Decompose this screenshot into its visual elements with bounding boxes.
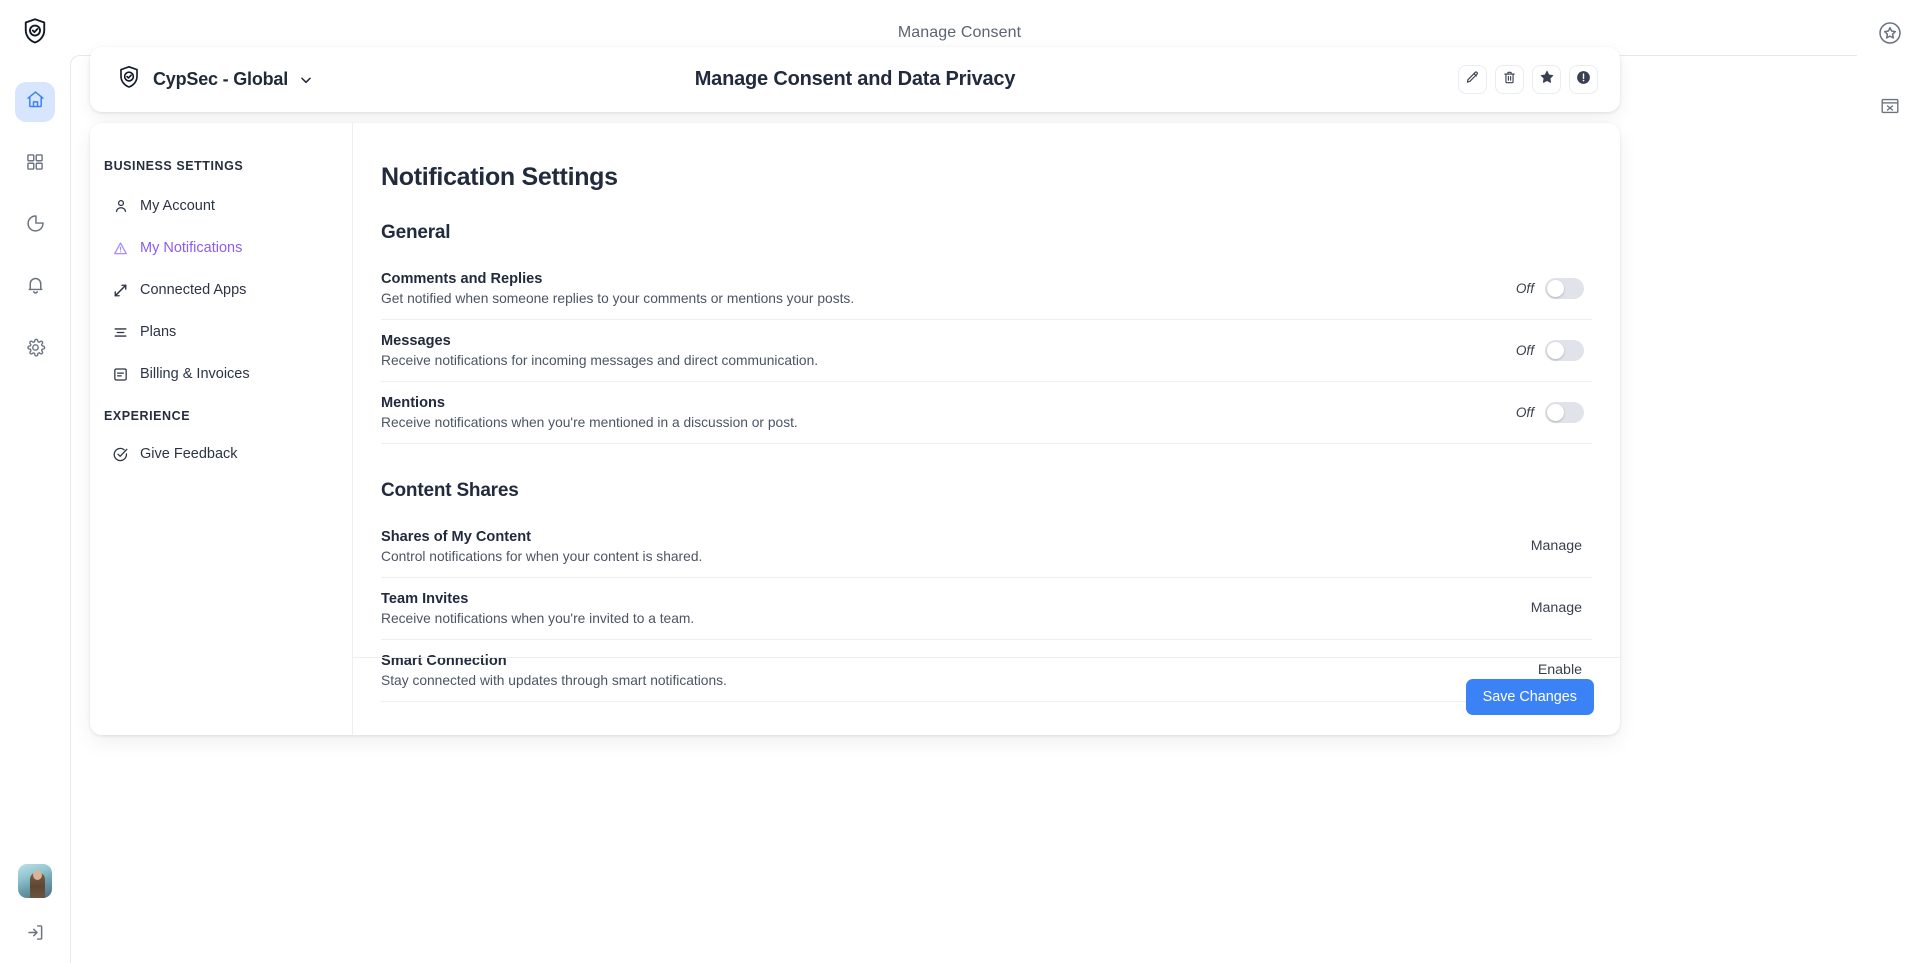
favorite-button[interactable] xyxy=(1532,65,1561,94)
chevron-down-icon xyxy=(299,73,313,87)
toggle-knob xyxy=(1547,404,1564,421)
rail-item-settings[interactable] xyxy=(15,330,55,370)
section-heading-content-shares: Content Shares xyxy=(381,480,1592,502)
sidebar-item-my-account[interactable]: My Account xyxy=(90,185,352,227)
sidebar-group-business-settings: BUSINESS SETTINGS xyxy=(90,159,352,173)
page-header-card: CypSec - Global Manage Consent and Data … xyxy=(90,47,1620,112)
setting-description: Control notifications for when your cont… xyxy=(381,549,702,564)
window-frame-icon[interactable] xyxy=(1873,89,1907,123)
sidebar-item-billing-invoices[interactable]: Billing & Invoices xyxy=(90,353,352,395)
section-heading-general: General xyxy=(381,222,1592,244)
rail-item-home[interactable] xyxy=(15,82,55,122)
star-icon xyxy=(1539,69,1555,90)
pencil-icon xyxy=(1465,70,1480,90)
sidebar-item-label: My Account xyxy=(140,198,215,214)
setting-title: Messages xyxy=(381,333,818,349)
trash-icon xyxy=(1502,70,1517,90)
manage-shares-link[interactable]: Manage xyxy=(1531,538,1584,554)
setting-title: Shares of My Content xyxy=(381,529,702,545)
right-icon-rail xyxy=(1860,0,1919,963)
org-name: CypSec - Global xyxy=(153,69,288,90)
sidebar-item-label: Billing & Invoices xyxy=(140,366,250,382)
window-title: Manage Consent xyxy=(898,24,1021,42)
shield-check-logo xyxy=(18,14,52,48)
setting-title: Mentions xyxy=(381,395,798,411)
delete-button[interactable] xyxy=(1495,65,1524,94)
left-icon-rail xyxy=(0,0,70,963)
transfer-arrows-icon xyxy=(112,282,129,299)
sidebar-item-my-notifications[interactable]: My Notifications xyxy=(90,227,352,269)
lines-icon xyxy=(112,324,129,341)
info-button[interactable] xyxy=(1569,65,1598,94)
left-rail-items xyxy=(15,82,55,370)
check-circle-edit-icon xyxy=(112,446,129,463)
sidebar-item-label: Connected Apps xyxy=(140,282,246,298)
sidebar-group-experience: EXPERIENCE xyxy=(90,409,352,423)
setting-title: Team Invites xyxy=(381,591,694,607)
sidebar-item-connected-apps[interactable]: Connected Apps xyxy=(90,269,352,311)
setting-description: Receive notifications for incoming messa… xyxy=(381,353,818,368)
setting-description: Get notified when someone replies to you… xyxy=(381,291,854,306)
settings-sidebar: BUSINESS SETTINGS My Account My Notifica… xyxy=(90,123,353,735)
toggle-knob xyxy=(1547,280,1564,297)
grid-apps-icon xyxy=(25,152,45,177)
setting-description: Receive notifications when you're mentio… xyxy=(381,415,798,430)
manage-team-invites-link[interactable]: Manage xyxy=(1531,600,1584,616)
org-switcher[interactable]: CypSec - Global xyxy=(116,64,313,95)
setting-row-team-invites: Team Invites Receive notifications when … xyxy=(381,578,1592,640)
setting-row-messages: Messages Receive notifications for incom… xyxy=(381,320,1592,382)
rail-item-analytics[interactable] xyxy=(15,206,55,246)
edit-button[interactable] xyxy=(1458,65,1487,94)
toggle-knob xyxy=(1547,342,1564,359)
sidebar-item-plans[interactable]: Plans xyxy=(90,311,352,353)
setting-row-comments-and-replies: Comments and Replies Get notified when s… xyxy=(381,258,1592,320)
rail-item-apps[interactable] xyxy=(15,144,55,184)
invoice-icon xyxy=(112,366,129,383)
page-title: Manage Consent and Data Privacy xyxy=(90,68,1620,91)
sidebar-item-label: My Notifications xyxy=(140,240,242,256)
star-circle-icon[interactable] xyxy=(1873,16,1907,50)
setting-row-shares-of-my-content: Shares of My Content Control notificatio… xyxy=(381,516,1592,578)
exclamation-circle-icon xyxy=(1575,69,1592,91)
toggle-state-label: Off xyxy=(1516,343,1534,358)
rail-item-notifications[interactable] xyxy=(15,268,55,308)
user-icon xyxy=(112,198,129,215)
logout-icon[interactable] xyxy=(25,922,46,943)
shield-check-logo xyxy=(116,64,142,95)
setting-title: Comments and Replies xyxy=(381,271,854,287)
setting-row-mentions: Mentions Receive notifications when you'… xyxy=(381,382,1592,444)
toggle-messages[interactable] xyxy=(1545,340,1584,361)
toggle-state-label: Off xyxy=(1516,281,1534,296)
save-changes-button[interactable]: Save Changes xyxy=(1466,679,1594,715)
setting-description: Receive notifications when you're invite… xyxy=(381,611,694,626)
triangle-alert-icon xyxy=(112,240,129,257)
toggle-comments-and-replies[interactable] xyxy=(1545,278,1584,299)
gear-icon xyxy=(25,337,46,363)
settings-footer: Save Changes xyxy=(353,657,1620,735)
sidebar-item-label: Give Feedback xyxy=(140,446,238,462)
settings-card: BUSINESS SETTINGS My Account My Notifica… xyxy=(90,123,1620,735)
bell-icon xyxy=(25,275,46,301)
header-actions xyxy=(1458,65,1598,94)
toggle-mentions[interactable] xyxy=(1545,402,1584,423)
pie-chart-icon xyxy=(25,213,46,239)
sidebar-item-label: Plans xyxy=(140,324,176,340)
toggle-state-label: Off xyxy=(1516,405,1534,420)
settings-main-panel: Notification Settings General Comments a… xyxy=(353,123,1620,735)
left-rail-bottom xyxy=(0,864,70,943)
home-icon xyxy=(25,89,46,115)
section-heading-main: Notification Settings xyxy=(381,163,1592,192)
sidebar-item-give-feedback[interactable]: Give Feedback xyxy=(90,433,352,475)
avatar[interactable] xyxy=(18,864,52,898)
